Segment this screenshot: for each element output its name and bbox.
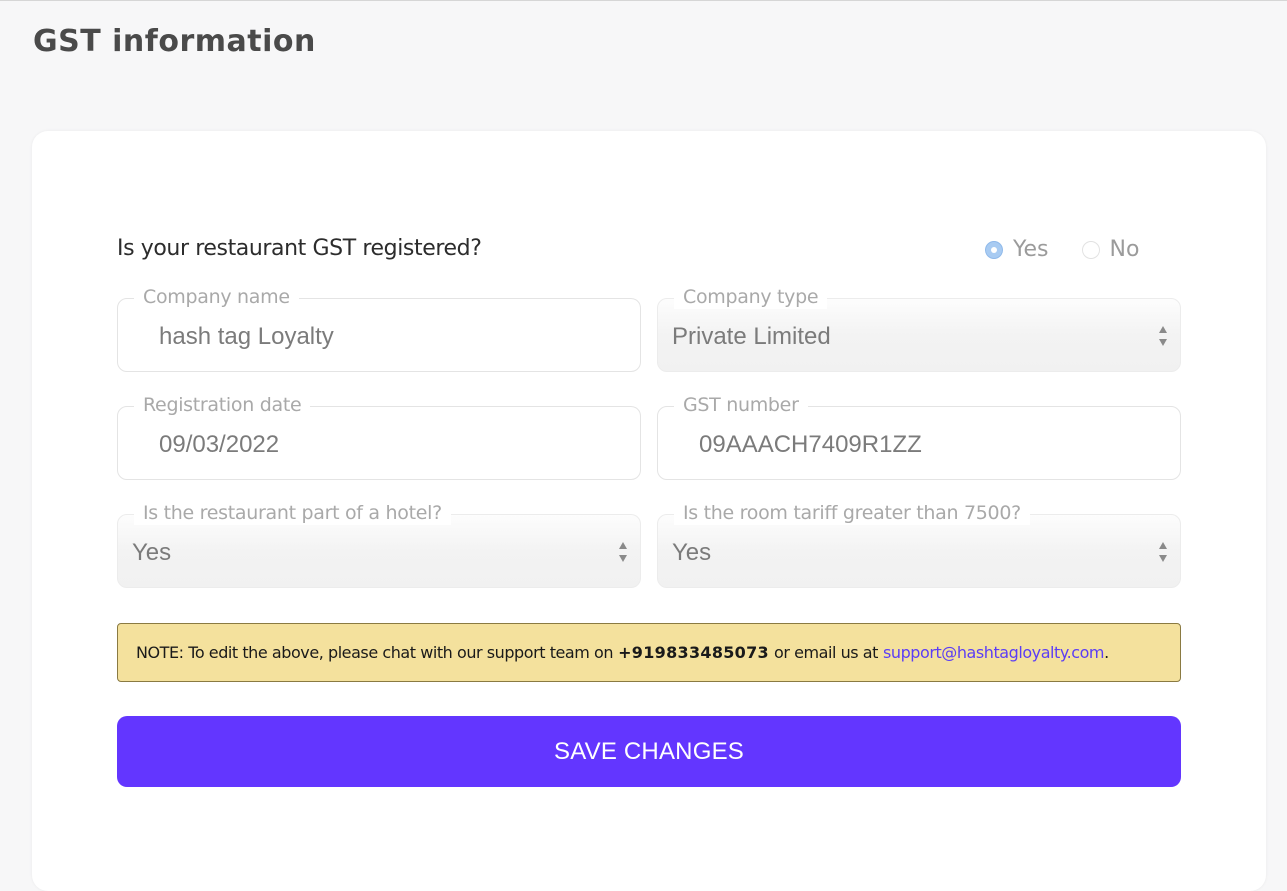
part-of-hotel-value: Yes: [132, 539, 172, 566]
radio-no[interactable]: No: [1081, 237, 1140, 262]
company-type-label: Company type: [674, 285, 828, 309]
company-name-field[interactable]: Company name hash tag Loyalty: [117, 285, 641, 372]
updown-arrows-icon: [619, 542, 627, 562]
gst-number-field[interactable]: GST number 09AAACH7409R1ZZ: [657, 393, 1181, 480]
part-of-hotel-select[interactable]: Is the restaurant part of a hotel? Yes: [117, 501, 641, 588]
support-phone: +919833485073: [618, 643, 769, 662]
gst-registered-question: Is your restaurant GST registered?: [117, 236, 482, 261]
support-email-link[interactable]: support@hashtagloyalty.com: [883, 643, 1105, 662]
part-of-hotel-label: Is the restaurant part of a hotel?: [134, 501, 451, 525]
note-text-after: .: [1104, 643, 1109, 662]
page-title: GST information: [33, 24, 316, 59]
save-changes-button[interactable]: SAVE CHANGES: [117, 716, 1181, 787]
support-note: NOTE: To edit the above, please chat wit…: [117, 623, 1181, 682]
company-type-value: Private Limited: [672, 323, 831, 350]
gst-registered-radio-group: Yes No: [985, 237, 1139, 262]
note-text-before: NOTE: To edit the above, please chat wit…: [136, 643, 614, 662]
company-name-label: Company name: [134, 285, 299, 309]
registration-date-label: Registration date: [134, 393, 311, 417]
registration-date-field[interactable]: Registration date 09/03/2022: [117, 393, 641, 480]
company-type-select[interactable]: Company type Private Limited: [657, 285, 1181, 372]
radio-no-label: No: [1109, 237, 1140, 262]
top-divider: [0, 0, 1287, 1]
room-tariff-label: Is the room tariff greater than 7500?: [674, 501, 1030, 525]
registration-date-value: 09/03/2022: [159, 431, 280, 458]
company-name-value: hash tag Loyalty: [159, 323, 334, 350]
gst-number-label: GST number: [674, 393, 808, 417]
updown-arrows-icon: [1159, 542, 1167, 562]
gst-number-value: 09AAACH7409R1ZZ: [699, 431, 922, 458]
updown-arrows-icon: [1159, 326, 1167, 346]
radio-yes[interactable]: Yes: [985, 237, 1049, 262]
radio-no-indicator[interactable]: [1081, 240, 1100, 259]
note-text-middle: or email us at: [773, 643, 878, 662]
radio-yes-indicator[interactable]: [985, 240, 1003, 259]
radio-yes-label: Yes: [1013, 237, 1049, 262]
room-tariff-value: Yes: [672, 539, 712, 566]
room-tariff-select[interactable]: Is the room tariff greater than 7500? Ye…: [657, 501, 1181, 588]
